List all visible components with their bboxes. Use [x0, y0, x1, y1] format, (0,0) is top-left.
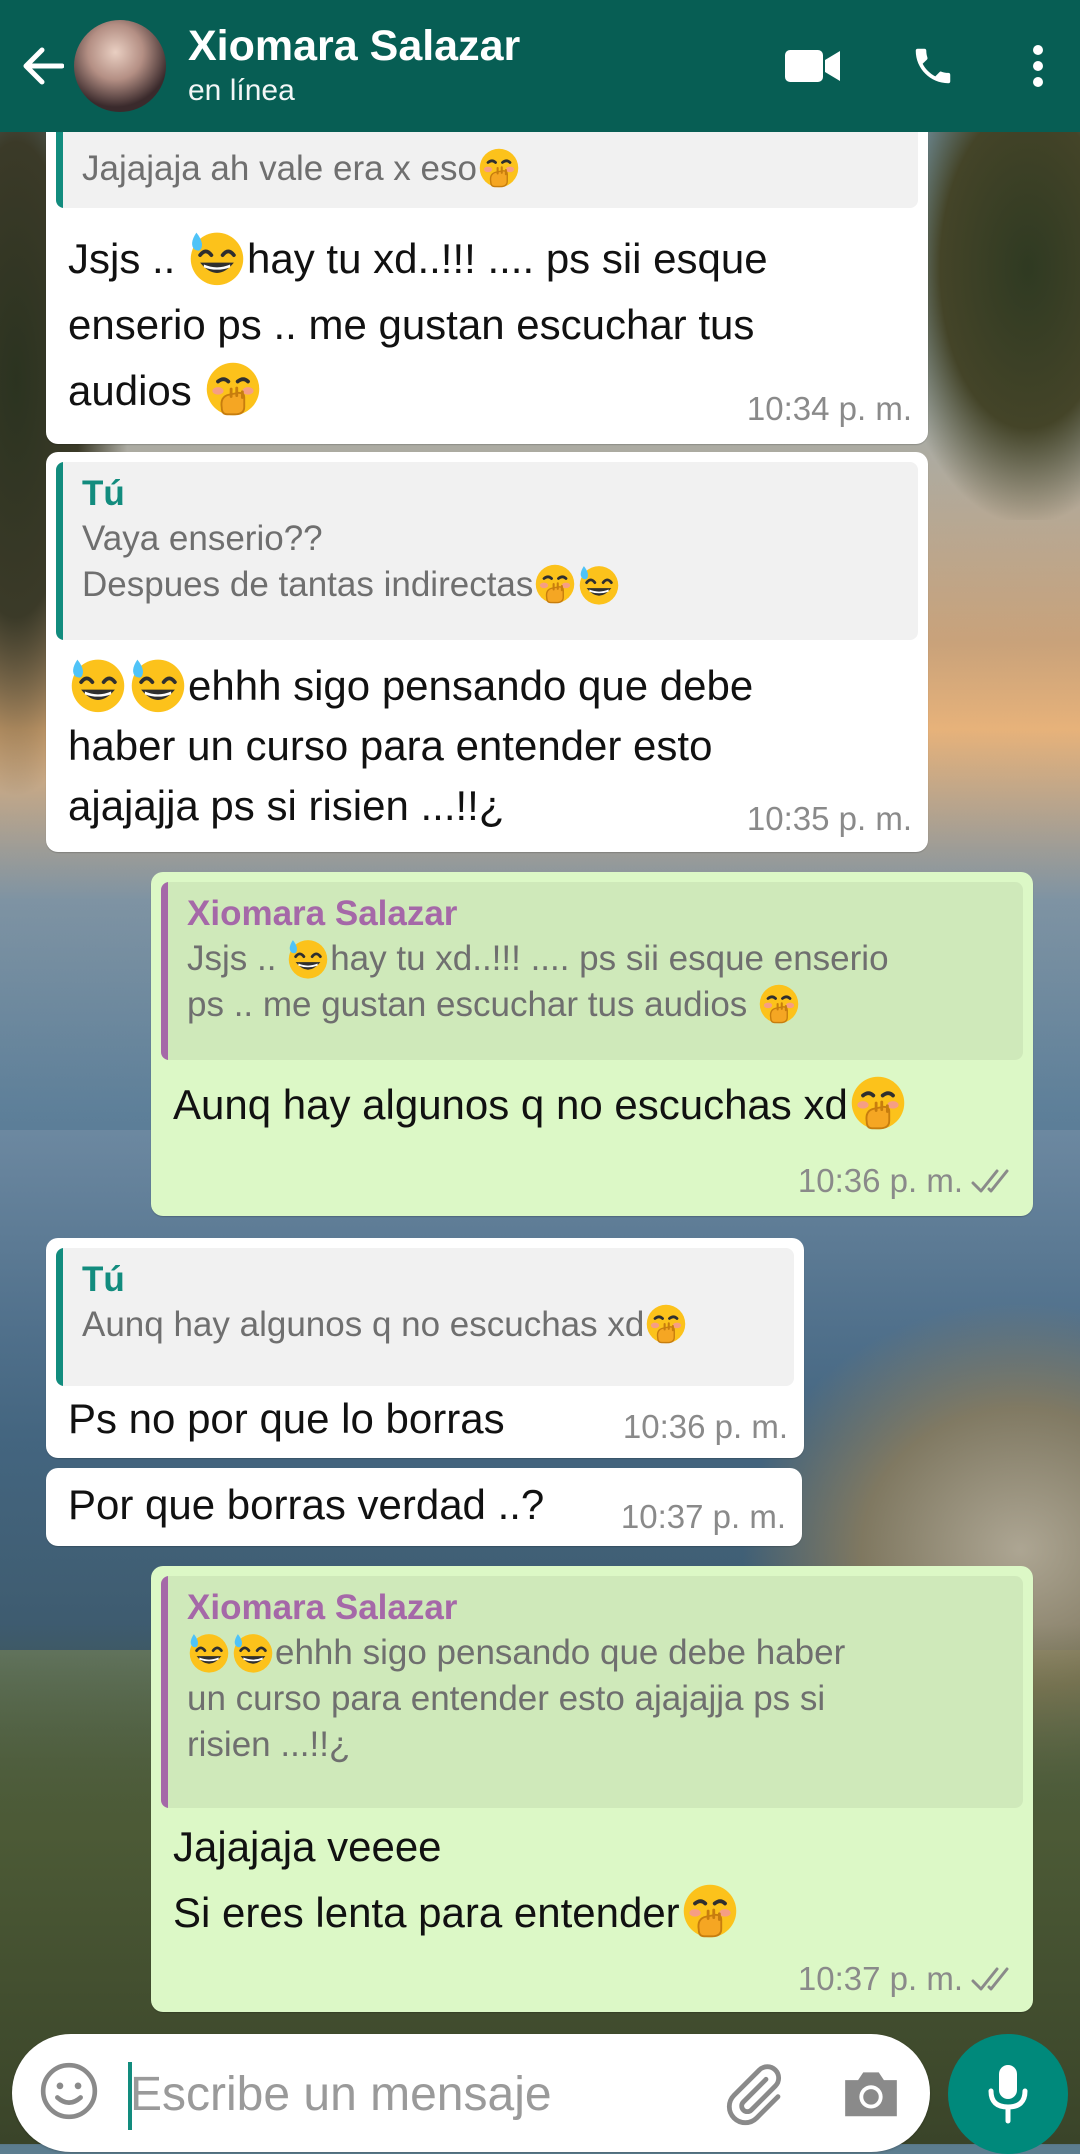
camera-icon[interactable] [840, 2064, 902, 2122]
grinning-sweat-emoji-icon [128, 654, 188, 714]
message-bubble[interactable]: Xiomara Salazar Jsjs .. hay tu xd..!!! .… [151, 872, 1033, 1216]
hand-over-mouth-emoji-icon [680, 1881, 740, 1941]
quoted-message[interactable]: Xiomara Salazar ehhh sigo pensando que d… [161, 1576, 1023, 1808]
hand-over-mouth-emoji-icon [533, 562, 577, 606]
message-text: Jajajaja veeee Si eres lenta para entend… [173, 1814, 740, 1946]
hand-over-mouth-emoji-icon [644, 1302, 688, 1346]
quote-author: Xiomara Salazar [187, 894, 458, 933]
message-text: Por que borras verdad ..? [68, 1481, 545, 1528]
quote-author: Tú [82, 1260, 125, 1299]
paperclip-icon[interactable] [722, 2062, 786, 2126]
grinning-sweat-emoji-icon [231, 1630, 275, 1674]
quoted-message[interactable]: Xiomara Salazar Jsjs .. hay tu xd..!!! .… [161, 882, 1023, 1060]
message-bubble[interactable]: Tú Aunq hay algunos q no escuchas xd Ps … [46, 1238, 804, 1458]
message-time: 10:36 p. m. [622, 1408, 788, 1445]
message-text: Aunq hay algunos q no escuchas xd [173, 1072, 908, 1138]
smiley-icon[interactable] [38, 2060, 100, 2122]
double-check-icon [971, 1967, 1009, 1991]
message-bubble[interactable]: Xiomara Salazar ehhh sigo pensando que d… [151, 1566, 1033, 2012]
contact-info[interactable]: Xiomara Salazar en línea [188, 21, 520, 111]
grinning-sweat-emoji-icon [187, 1630, 231, 1674]
contact-status: en línea [188, 74, 295, 107]
video-camera-icon[interactable] [778, 31, 848, 101]
message-composer: Escribe un mensaje [12, 2034, 930, 2152]
quoted-message[interactable]: Tú Aunq hay algunos q no escuchas xd [56, 1248, 794, 1386]
grinning-sweat-emoji-icon [286, 936, 330, 980]
message-bubble[interactable]: Jajajaja ah vale era x eso Jsjs .. hay t… [46, 96, 928, 444]
message-text: Ps no por que lo borras [68, 1395, 505, 1442]
message-time: 10:37 p. m. [620, 1498, 786, 1535]
message-input[interactable]: Escribe un mensaje [130, 2060, 552, 2130]
more-vertical-icon[interactable] [1018, 31, 1058, 101]
hand-over-mouth-emoji-icon [203, 359, 263, 419]
grinning-sweat-emoji-icon [68, 654, 128, 714]
phone-icon[interactable] [898, 31, 968, 101]
avatar[interactable] [74, 20, 166, 112]
double-check-icon [971, 1169, 1009, 1193]
message-time: 10:34 p. m. [746, 390, 912, 427]
message-time: 10:35 p. m. [746, 800, 912, 837]
hand-over-mouth-emoji-icon [477, 146, 521, 190]
hand-over-mouth-emoji-icon [848, 1073, 908, 1133]
arrow-left-icon[interactable] [14, 38, 70, 94]
contact-name: Xiomara Salazar [188, 22, 521, 70]
grinning-sweat-emoji-icon [187, 227, 247, 287]
quote-author: Xiomara Salazar [187, 1588, 458, 1627]
message-bubble[interactable]: Por que borras verdad ..? 10:37 p. m. [46, 1468, 802, 1546]
grinning-sweat-emoji-icon [577, 562, 621, 606]
message-bubble[interactable]: Tú Vaya enserio?? Despues de tantas indi… [46, 452, 928, 852]
message-time: 10:36 p. m. [798, 1162, 1017, 1200]
hand-over-mouth-emoji-icon [757, 982, 801, 1026]
message-time: 10:37 p. m. [798, 1960, 1017, 1998]
microphone-icon[interactable] [948, 2034, 1068, 2154]
quote-author: Tú [82, 474, 125, 513]
quoted-message[interactable]: Tú Vaya enserio?? Despues de tantas indi… [56, 462, 918, 640]
quote-text: Jajajaja ah vale era x eso [82, 149, 477, 188]
chat-header: Xiomara Salazar en línea [0, 0, 1080, 132]
message-text: ehhh sigo pensando que debe haber un cur… [68, 654, 753, 836]
message-text: Jsjs .. hay tu xd..!!! .... ps sii esque… [68, 226, 768, 424]
